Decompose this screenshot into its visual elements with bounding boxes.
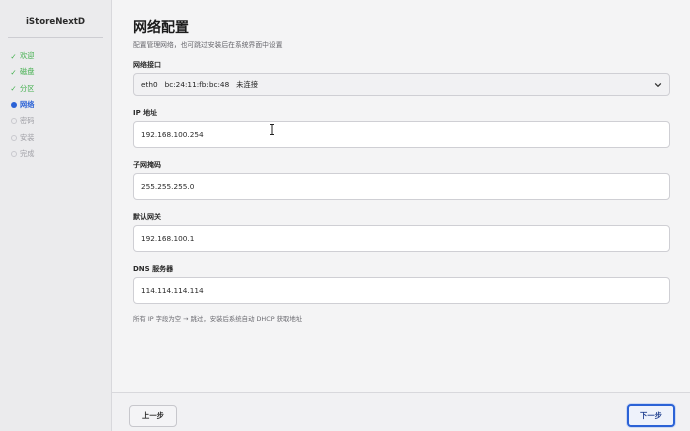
installer-window: iStoreNextD ✓ 欢迎 ✓ 磁盘 ✓ 分区 网络 密码 安装 完成 网… [0,0,690,431]
ip-value: 192.168.100.254 [141,130,204,139]
ip-field-group: IP 地址 192.168.100.254 [133,108,670,148]
step-label: 分区 [20,83,35,93]
chevron-down-icon [654,83,662,87]
sidebar: iStoreNextD ✓ 欢迎 ✓ 磁盘 ✓ 分区 网络 密码 安装 完成 [0,0,112,431]
interface-label: 网络接口 [133,61,161,69]
step-label: 网络 [20,100,35,110]
gateway-field-group: 默认网关 192.168.100.1 [133,212,670,252]
netmask-value: 255.255.255.0 [141,182,195,191]
pending-step-circle-icon [9,149,18,158]
step-label: 安装 [20,132,35,142]
interface-select-value: eth0 bc:24:11:fb:bc:48 未连接 [141,79,259,89]
next-button[interactable]: 下一步 [627,404,675,427]
step-label: 完成 [20,148,35,158]
dns-value: 114.114.114.114 [141,286,204,295]
step-finish: 完成 [0,146,111,162]
ip-input[interactable]: 192.168.100.254 [133,121,670,148]
step-password: 密码 [0,113,111,129]
step-partition: ✓ 分区 [0,81,111,97]
current-step-dot-icon [9,101,18,110]
previous-button[interactable]: 上一步 [129,405,177,427]
gateway-input[interactable]: 192.168.100.1 [133,225,670,252]
step-network: 网络 [0,97,111,113]
dns-input[interactable]: 114.114.114.114 [133,277,670,304]
gateway-label: 默认网关 [133,213,161,221]
netmask-field-group: 子网掩码 255.255.255.0 [133,160,670,200]
page-subtitle: 配置管理网络，也可跳过安装后在系统界面中设置 [133,41,283,49]
ip-label: IP 地址 [133,109,158,117]
step-label: 欢迎 [20,51,35,61]
step-welcome: ✓ 欢迎 [0,48,111,64]
gateway-value: 192.168.100.1 [141,234,195,243]
check-icon: ✓ [10,51,17,61]
main-panel: 网络配置 配置管理网络，也可跳过安装后在系统界面中设置 网络接口 eth0 bc… [112,0,690,431]
footer-bar: 上一步 下一步 [112,392,690,431]
dhcp-hint: 所有 IP 字段为空 → 跳过，安装后系统自动 DHCP 获取地址 [133,315,303,323]
dns-field-group: DNS 服务器 114.114.114.114 [133,264,670,304]
page-title: 网络配置 [133,20,189,36]
interface-select[interactable]: eth0 bc:24:11:fb:bc:48 未连接 [133,73,670,96]
sidebar-divider [8,37,103,38]
pending-step-circle-icon [9,133,18,142]
network-form: 网络配置 配置管理网络，也可跳过安装后在系统界面中设置 网络接口 eth0 bc… [133,18,670,324]
netmask-label: 子网掩码 [133,161,161,169]
brand-title: iStoreNextD [25,17,86,27]
check-icon: ✓ [10,67,17,77]
check-icon: ✓ [10,84,17,94]
step-install: 安装 [0,129,111,145]
step-label: 密码 [20,116,35,126]
step-disk: ✓ 磁盘 [0,64,111,80]
netmask-input[interactable]: 255.255.255.0 [133,173,670,200]
pending-step-circle-icon [9,117,18,126]
dns-label: DNS 服务器 [133,265,174,273]
step-label: 磁盘 [20,67,35,77]
text-cursor-icon [270,124,274,135]
